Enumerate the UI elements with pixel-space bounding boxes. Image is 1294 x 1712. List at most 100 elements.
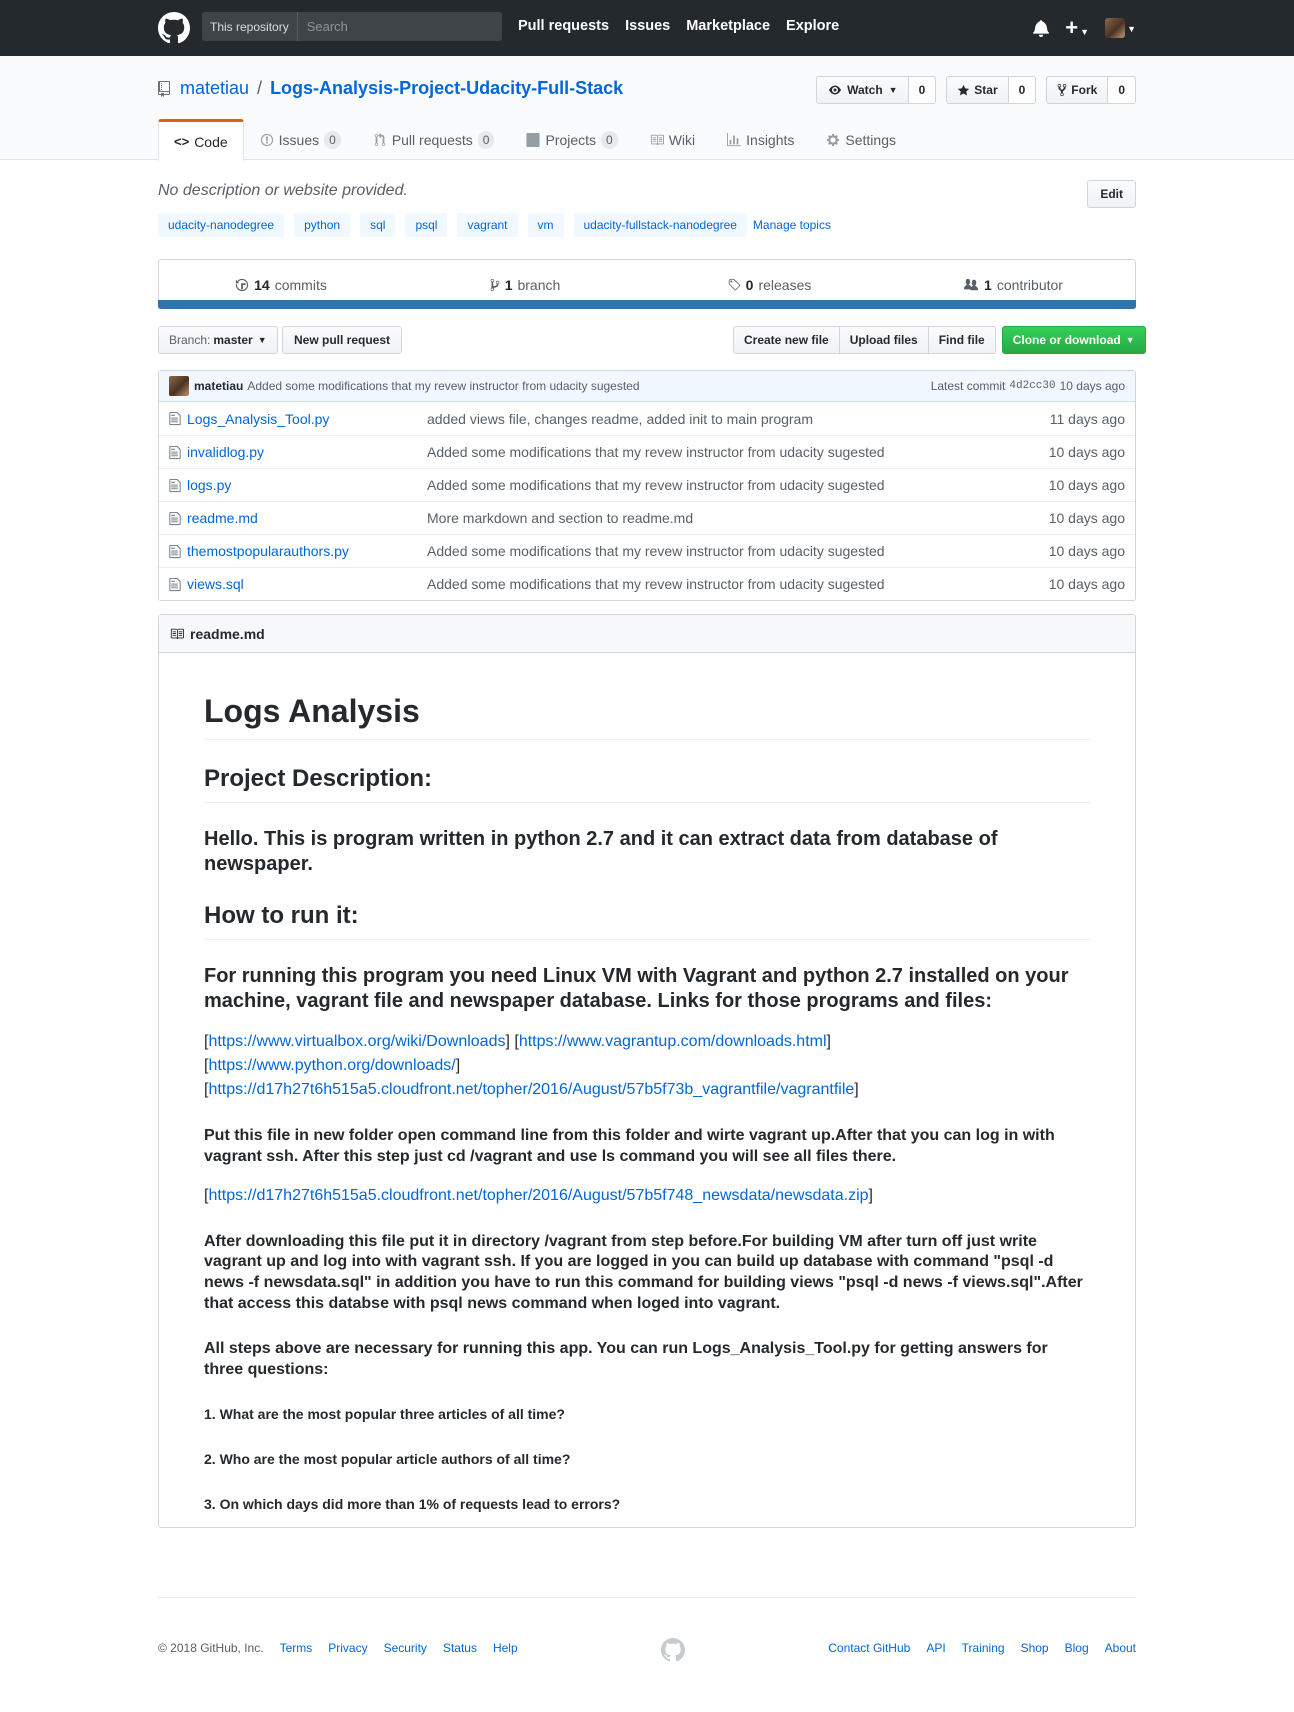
fork-count[interactable]: 0 [1108, 76, 1136, 104]
tab-settings[interactable]: Settings [810, 119, 912, 160]
file-list: Logs_Analysis_Tool.py added views file, c… [159, 402, 1135, 600]
footer-link-contact[interactable]: Contact GitHub [828, 1641, 910, 1655]
footer-link-status[interactable]: Status [443, 1641, 477, 1655]
file-commit-message[interactable]: Added some modifications that my revew i… [427, 477, 1049, 493]
star-count[interactable]: 0 [1008, 76, 1037, 104]
footer-link-blog[interactable]: Blog [1065, 1641, 1089, 1655]
bell-icon[interactable] [1033, 19, 1050, 37]
github-mark-icon[interactable] [661, 1638, 685, 1662]
tab-insights[interactable]: Insights [711, 119, 810, 160]
footer-link-privacy[interactable]: Privacy [328, 1641, 367, 1655]
topic-tag[interactable]: vagrant [457, 213, 518, 237]
tab-label: Settings [845, 132, 896, 148]
create-new-file-button[interactable]: Create new file [733, 326, 840, 354]
avatar [1105, 18, 1126, 38]
tab-pull-requests[interactable]: Pull requests 0 [357, 119, 511, 160]
github-logo-icon[interactable] [158, 12, 190, 44]
footer-link-about[interactable]: About [1105, 1641, 1136, 1655]
contributor-label: contributor [996, 276, 1063, 293]
link-newsdata[interactable]: https://d17h27t6h515a5.cloudfront.net/to… [208, 1187, 868, 1204]
header-nav-explore[interactable]: Explore [786, 18, 839, 34]
branch-select-button[interactable]: Branch: master ▼ [158, 326, 278, 354]
tab-issues[interactable]: Issues 0 [244, 119, 357, 160]
search-input[interactable] [297, 19, 488, 34]
footer-link-help[interactable]: Help [493, 1641, 518, 1655]
tab-wiki[interactable]: Wiki [634, 119, 711, 160]
table-row: logs.py Added some modifications that my … [159, 468, 1135, 501]
contributor-count: 1 [984, 276, 992, 293]
header-nav-pull-requests[interactable]: Pull requests [518, 18, 609, 34]
commit-author[interactable]: matetiau [194, 379, 243, 393]
file-commit-message[interactable]: added views file, changes readme, added … [427, 411, 1050, 427]
avatar[interactable] [169, 376, 189, 396]
topic-tag[interactable]: vm [527, 213, 564, 237]
fork-group: Fork 0 [1046, 76, 1136, 104]
branch-count: 1 [504, 276, 513, 293]
caret-down-icon: ▼ [257, 335, 267, 345]
eye-icon [829, 85, 842, 95]
header-nav-issues[interactable]: Issues [625, 18, 670, 34]
manage-topics-link[interactable]: Manage topics [753, 218, 831, 232]
link-virtualbox[interactable]: https://www.virtualbox.org/wiki/Download… [208, 1033, 505, 1050]
footer-link-terms[interactable]: Terms [280, 1641, 313, 1655]
new-menu-button[interactable]: + ▼ [1065, 16, 1089, 38]
footer-link-security[interactable]: Security [384, 1641, 427, 1655]
tab-label: Code [194, 133, 228, 150]
topic-tag[interactable]: udacity-fullstack-nanodegree [573, 213, 747, 237]
topic-tag[interactable]: psql [405, 213, 448, 237]
commit-message[interactable]: Added some modifications that my revew i… [247, 379, 639, 393]
file-name-link[interactable]: logs.py [187, 477, 427, 493]
upload-files-button[interactable]: Upload files [839, 326, 929, 354]
file-icon [169, 411, 181, 426]
readme-question-3: 3. On which days did more than 1% of req… [204, 1496, 621, 1513]
commit-tease: matetiau Added some modifications that m… [159, 371, 1135, 402]
edit-button[interactable]: Edit [1087, 180, 1136, 208]
footer-link-training[interactable]: Training [962, 1641, 1005, 1655]
topic-tag[interactable]: python [294, 213, 351, 237]
table-row: themostpopularauthors.py Added some modif… [159, 534, 1135, 567]
tab-projects[interactable]: Projects 0 [510, 119, 633, 160]
file-commit-message[interactable]: Added some modifications that my revew i… [427, 444, 1049, 460]
search-box: This repository [202, 12, 502, 41]
star-button[interactable]: Star [946, 76, 1009, 104]
file-commit-message[interactable]: Added some modifications that my revew i… [427, 576, 1049, 592]
repo-actions: Watch ▼ 0 Star 0 Fork 0 [816, 76, 1136, 104]
fork-button[interactable]: Fork [1046, 76, 1109, 104]
repo-owner-link[interactable]: matetiau [180, 78, 249, 99]
graph-icon [727, 133, 742, 147]
readme-filename: readme.md [190, 625, 265, 642]
topic-tag[interactable]: sql [360, 213, 396, 237]
commit-sha[interactable]: 4d2cc30 [1009, 380, 1055, 392]
file-name-link[interactable]: invalidlog.py [187, 444, 427, 460]
find-file-button[interactable]: Find file [928, 326, 996, 354]
file-name-link[interactable]: themostpopularauthors.py [187, 543, 427, 559]
readme-question-2: 2. Who are the most popular article auth… [204, 1451, 571, 1468]
header-nav-marketplace[interactable]: Marketplace [686, 18, 770, 34]
projects-counter: 0 [601, 131, 618, 149]
new-pull-request-button[interactable]: New pull request [282, 326, 403, 354]
file-icon [169, 544, 181, 558]
tab-code[interactable]: <> Code [158, 119, 244, 161]
link-vagrant[interactable]: https://www.vagrantup.com/downloads.html [519, 1033, 827, 1050]
repo-tabs: <> Code Issues 0 Pull requests 0 Project… [158, 119, 912, 161]
git-branch-icon [490, 278, 500, 291]
user-menu-button[interactable]: ▼ [1105, 18, 1136, 38]
file-name-link[interactable]: readme.md [187, 510, 427, 526]
topic-tag[interactable]: udacity-nanodegree [158, 213, 285, 237]
footer-link-shop[interactable]: Shop [1021, 1641, 1049, 1655]
table-row: invalidlog.py Added some modifications th… [159, 435, 1135, 468]
repo-name-link[interactable]: Logs-Analysis-Project-Udacity-Full-Stack [270, 78, 623, 99]
readme-content: Logs Analysis Project Description: Hello… [159, 653, 1135, 1515]
watch-button[interactable]: Watch ▼ [816, 76, 909, 104]
footer-link-api[interactable]: API [926, 1641, 945, 1655]
link-python[interactable]: https://www.python.org/downloads/ [208, 1057, 455, 1074]
link-vagrantfile[interactable]: https://d17h27t6h515a5.cloudfront.net/to… [208, 1081, 854, 1098]
file-name-link[interactable]: views.sql [187, 576, 427, 592]
file-commit-message[interactable]: More markdown and section to readme.md [427, 510, 1049, 526]
watch-count[interactable]: 0 [908, 76, 937, 104]
file-commit-message[interactable]: Added some modifications that my revew i… [427, 543, 1049, 559]
language-bar[interactable] [158, 300, 1136, 309]
readme-question-1: 1. What are the most popular three artic… [204, 1406, 565, 1423]
clone-download-button[interactable]: Clone or download ▼ [1001, 326, 1146, 354]
file-name-link[interactable]: Logs_Analysis_Tool.py [187, 411, 427, 427]
